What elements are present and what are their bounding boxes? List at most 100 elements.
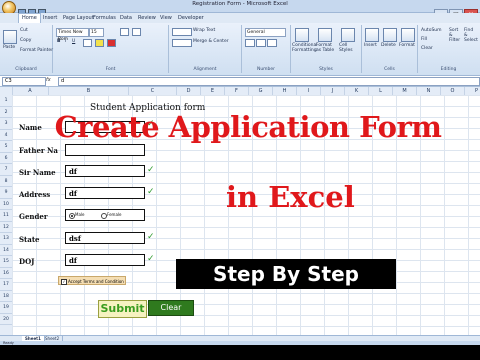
font-group: Times New Rom 15 B I U Font [53, 25, 169, 73]
styles-group-label: Styles [319, 67, 333, 72]
insert-cells-icon[interactable] [365, 28, 379, 42]
column-header-f[interactable]: F [225, 87, 249, 95]
column-header-a[interactable]: A [12, 87, 49, 95]
address-field[interactable]: df [65, 187, 145, 199]
formula-input[interactable]: d [58, 77, 480, 86]
column-header-l[interactable]: L [369, 87, 393, 95]
tab-review[interactable]: Review [135, 14, 159, 23]
paste-button[interactable]: Paste [3, 45, 15, 50]
currency-icon[interactable] [245, 39, 255, 47]
underline-icon[interactable]: U [72, 39, 75, 44]
sort-filter-button[interactable]: Sort & Filter [449, 28, 463, 43]
sir-name-field[interactable]: df [65, 165, 145, 177]
row-header[interactable]: 16 [0, 268, 12, 279]
copy-button[interactable]: Copy [20, 38, 31, 43]
row-header[interactable]: 8 [0, 176, 12, 187]
column-header-c[interactable]: C [129, 87, 177, 95]
clear-button[interactable]: Clear [148, 300, 194, 316]
tab-home[interactable]: Home [18, 13, 41, 23]
format-painter-button[interactable]: Format Painter [20, 48, 53, 53]
row-header[interactable]: 15 [0, 256, 12, 268]
row-header[interactable]: 3 [0, 118, 12, 130]
row-header[interactable]: 9 [0, 187, 12, 199]
tab-formulas[interactable]: Formulas [90, 14, 119, 23]
font-size-select[interactable]: 15 [89, 28, 104, 37]
italic-icon[interactable]: I [65, 39, 66, 44]
row-header[interactable]: 12 [0, 222, 12, 233]
tab-developer[interactable]: Developer [175, 14, 207, 23]
tab-insert[interactable]: Insert [40, 14, 60, 23]
bold-icon[interactable]: B [57, 39, 60, 44]
tab-view[interactable]: View [157, 14, 175, 23]
row-header[interactable]: 6 [0, 153, 12, 164]
row-header[interactable]: 14 [0, 245, 12, 256]
comma-icon[interactable] [267, 39, 277, 47]
address-label: Address [19, 190, 51, 199]
shrink-font-icon[interactable] [132, 28, 141, 36]
cell-styles-button[interactable]: Cell Styles [339, 43, 359, 53]
column-header-d[interactable]: D [177, 87, 201, 95]
column-header-h[interactable]: H [273, 87, 297, 95]
fill-color-icon[interactable] [95, 39, 104, 47]
row-header[interactable]: 20 [0, 314, 12, 325]
paste-icon[interactable] [3, 30, 17, 44]
column-header-o[interactable]: O [441, 87, 465, 95]
fill-button[interactable]: Fill [421, 37, 427, 42]
number-format-select[interactable]: General [245, 28, 286, 37]
column-header-p[interactable]: P [465, 87, 480, 95]
conditional-formatting-button[interactable]: Conditional Formatting [292, 43, 317, 53]
column-header-g[interactable]: G [249, 87, 273, 95]
column-header-j[interactable]: J [321, 87, 345, 95]
column-header-k[interactable]: K [345, 87, 369, 95]
father-name-field[interactable] [65, 144, 145, 156]
row-header[interactable]: 5 [0, 141, 12, 153]
cell-styles-icon[interactable] [341, 28, 355, 42]
font-color-icon[interactable] [107, 39, 116, 47]
autosum-button[interactable]: AutoSum [421, 28, 442, 33]
find-select-button[interactable]: Find & Select [464, 28, 478, 43]
percent-icon[interactable] [256, 39, 266, 47]
column-header-n[interactable]: N [417, 87, 441, 95]
format-button[interactable]: Format [399, 43, 415, 48]
row-header[interactable]: 4 [0, 130, 12, 141]
number-group: General Number [242, 25, 291, 73]
merge-center-button[interactable]: Merge & Center [193, 39, 229, 44]
grow-font-icon[interactable] [120, 28, 129, 36]
terms-checkbox-row[interactable]: ✓ Accept Terms and Condition [58, 276, 126, 285]
align-left-icon[interactable] [172, 39, 192, 47]
fx-icon[interactable]: fx [46, 77, 51, 83]
tab-data[interactable]: Data [117, 14, 135, 23]
font-family-select[interactable]: Times New Rom [56, 28, 89, 42]
column-header-m[interactable]: M [393, 87, 417, 95]
wrap-text-button[interactable]: Wrap Text [193, 28, 215, 33]
row-header[interactable]: 19 [0, 302, 12, 314]
state-label: State [19, 235, 40, 244]
row-header[interactable]: 17 [0, 279, 12, 291]
row-header[interactable]: 1 [0, 95, 12, 107]
align-top-icon[interactable] [172, 28, 192, 36]
column-header-i[interactable]: I [297, 87, 321, 95]
format-table-button[interactable]: Format as Table [316, 43, 336, 53]
cut-button[interactable]: Cut [20, 28, 28, 33]
column-header-b[interactable]: B [49, 87, 129, 95]
insert-button[interactable]: Insert [364, 43, 377, 48]
terms-checkbox[interactable]: ✓ [61, 279, 67, 285]
row-header[interactable]: 11 [0, 210, 12, 222]
submit-button[interactable]: Submit [98, 300, 147, 318]
delete-button[interactable]: Delete [381, 43, 396, 48]
format-cells-icon[interactable] [401, 28, 415, 42]
row-header[interactable]: 10 [0, 199, 12, 210]
clear-ribbon-button[interactable]: Clear [421, 46, 433, 51]
row-header[interactable]: 7 [0, 164, 12, 176]
borders-icon[interactable] [83, 39, 92, 47]
row-header[interactable]: 2 [0, 107, 12, 118]
delete-cells-icon[interactable] [383, 28, 397, 42]
conditional-formatting-icon[interactable] [295, 28, 309, 42]
doj-field[interactable]: df [65, 254, 145, 266]
state-field[interactable]: dsf [65, 232, 145, 244]
column-header-e[interactable]: E [201, 87, 225, 95]
row-header[interactable]: 18 [0, 291, 12, 302]
format-table-icon[interactable] [318, 28, 332, 42]
row-header[interactable]: 13 [0, 233, 12, 245]
name-box[interactable]: C3 [2, 77, 46, 86]
